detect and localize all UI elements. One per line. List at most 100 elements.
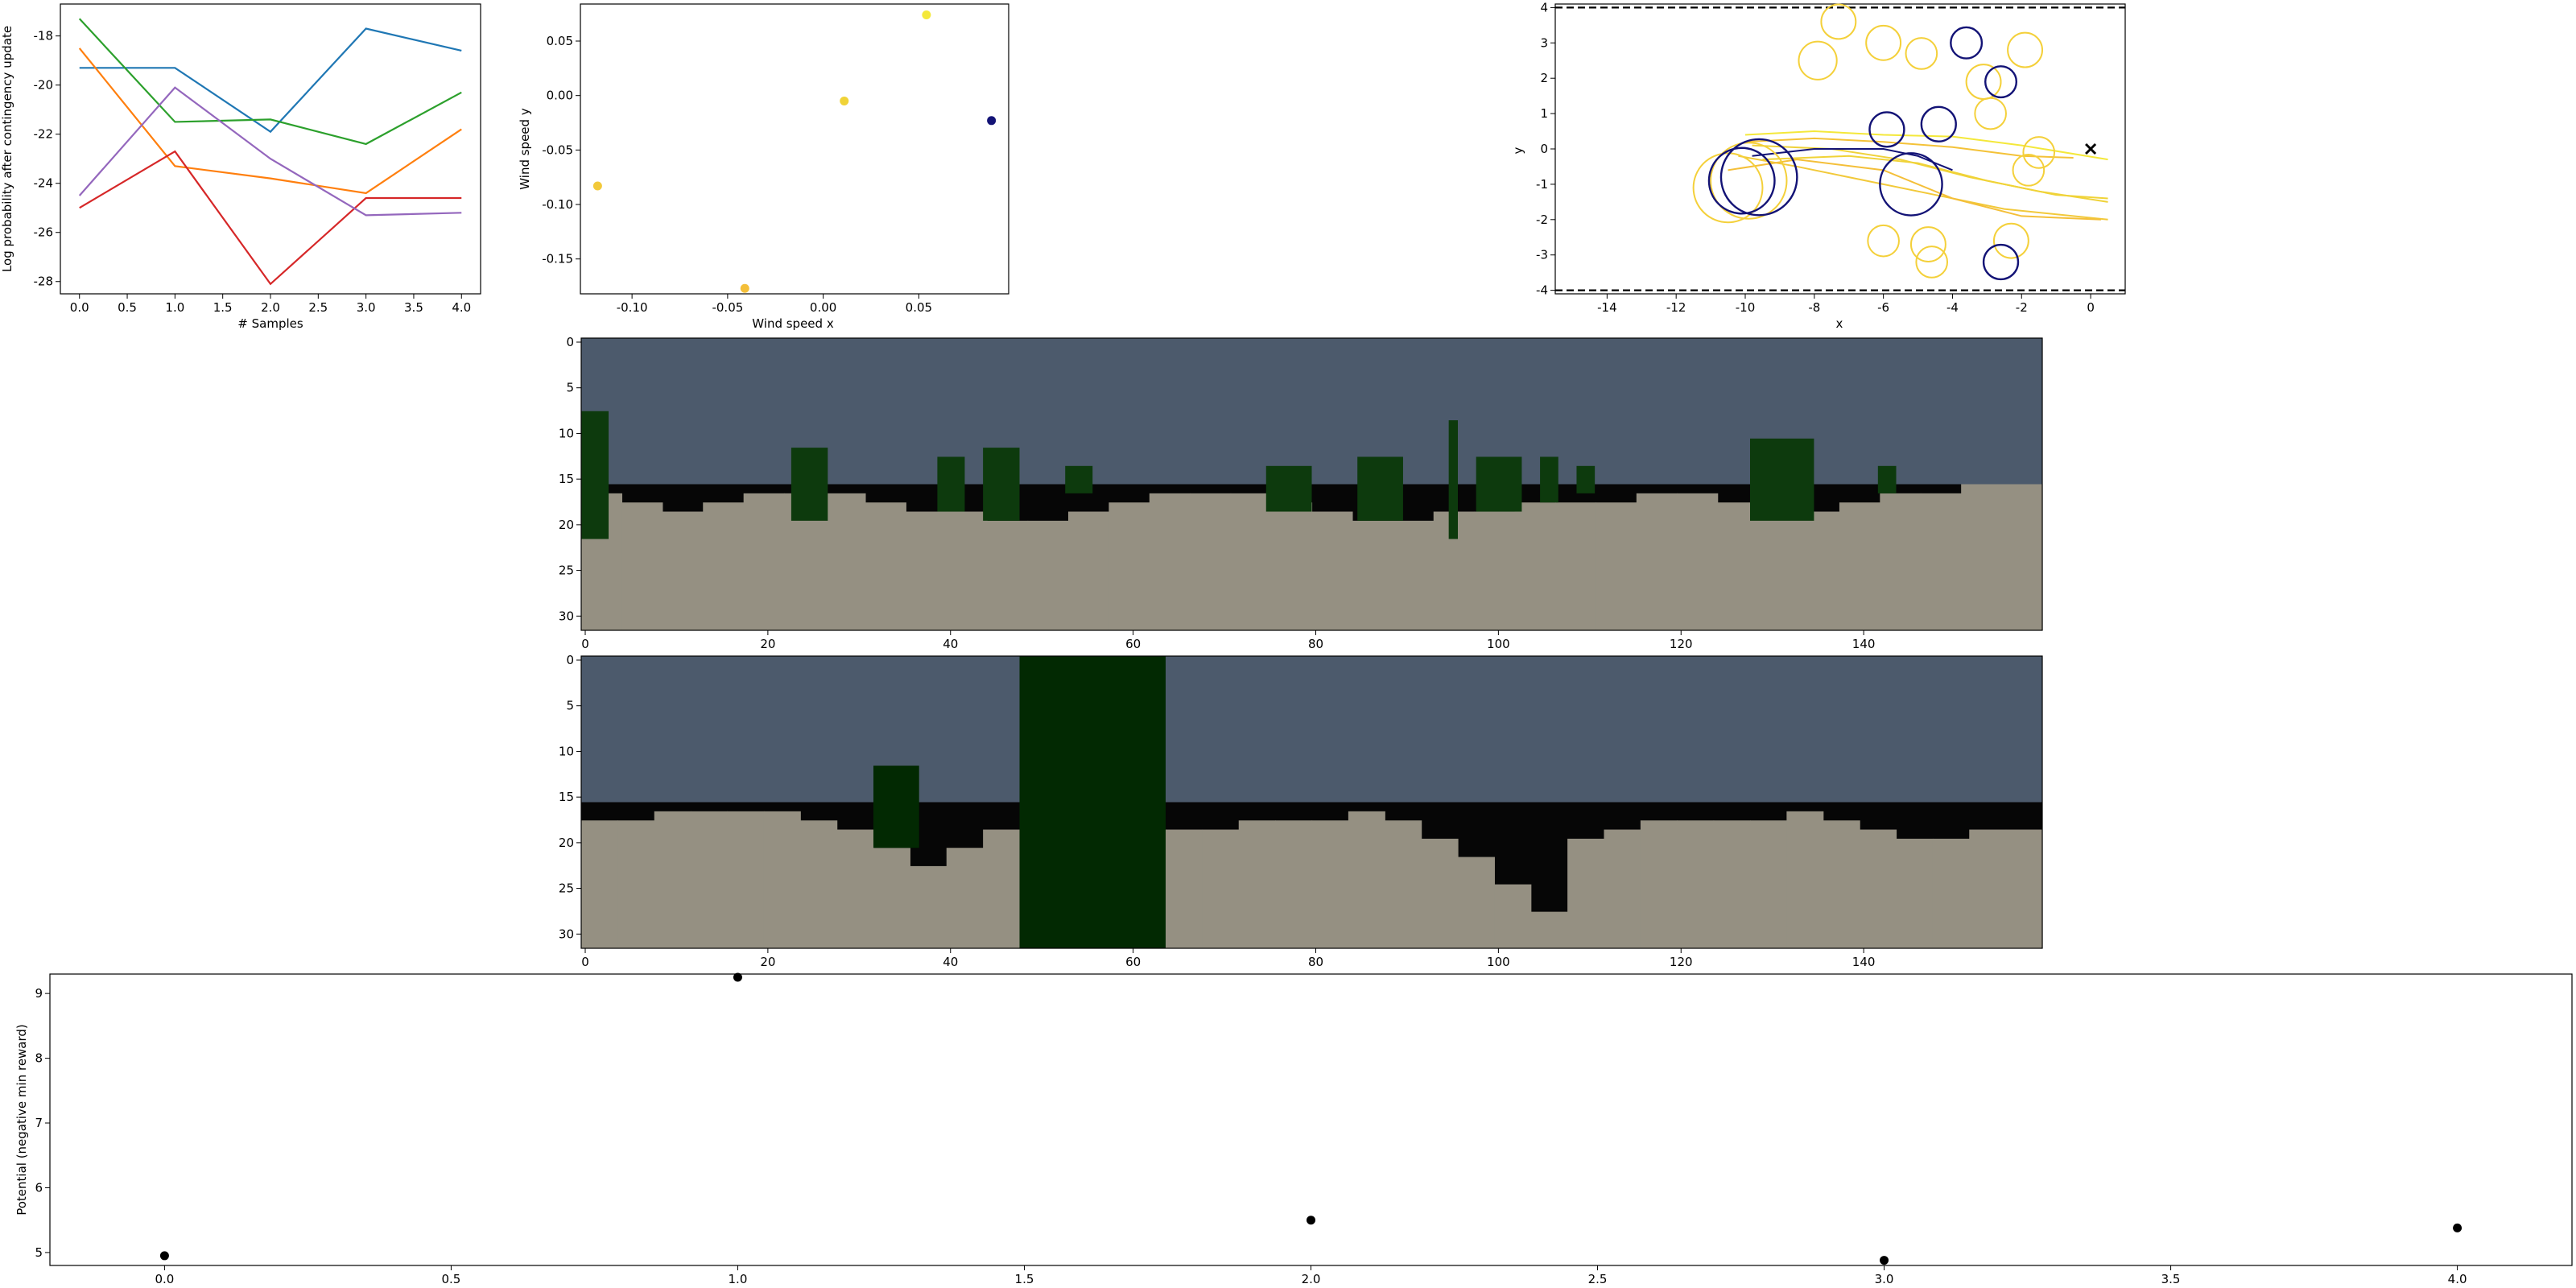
ground-column bbox=[1514, 502, 1556, 630]
potential-point bbox=[1880, 1256, 1889, 1265]
y-tick-label: 15 bbox=[559, 472, 574, 486]
plant-block bbox=[791, 448, 828, 521]
y-axis-label: Wind speed y bbox=[518, 108, 532, 190]
plant-block bbox=[1019, 656, 1166, 948]
ground-column bbox=[1758, 511, 1800, 630]
plant-block bbox=[1065, 465, 1093, 493]
x-tick-label: 1.5 bbox=[213, 300, 233, 315]
y-tick-label: -26 bbox=[34, 225, 54, 240]
wind-point bbox=[840, 96, 849, 105]
x-tick-label: 100 bbox=[1487, 637, 1510, 651]
y-tick-label: 0.05 bbox=[547, 34, 573, 48]
y-tick-label: 5 bbox=[566, 699, 574, 713]
x-tick-label: -14 bbox=[1597, 300, 1617, 315]
x-tick-label: 0.5 bbox=[118, 300, 137, 315]
ground-column bbox=[1750, 820, 1787, 948]
x-tick-label: 0.5 bbox=[442, 1272, 461, 1286]
y-tick-label: 4 bbox=[1540, 0, 1548, 14]
ground-column bbox=[1275, 820, 1313, 948]
ground-column bbox=[1640, 820, 1678, 948]
x-tick-label: -4 bbox=[1946, 300, 1959, 315]
y-tick-label: -24 bbox=[34, 176, 54, 191]
wind-point bbox=[740, 283, 749, 293]
x-axis-label: # Samples bbox=[237, 316, 303, 331]
terrain-cells bbox=[581, 338, 2043, 630]
x-tick-label: 0.0 bbox=[155, 1272, 174, 1286]
ground-column bbox=[617, 820, 655, 948]
wind-point bbox=[592, 181, 602, 191]
plant-block bbox=[1476, 456, 1522, 512]
y-tick-label: 25 bbox=[559, 881, 574, 896]
y-axis-label: y bbox=[1511, 147, 1525, 154]
y-tick-label: 3 bbox=[1540, 35, 1548, 50]
y-tick-label: -1 bbox=[1536, 177, 1548, 192]
y-tick-label: -4 bbox=[1536, 283, 1548, 298]
ground-column bbox=[743, 493, 785, 630]
ground-column bbox=[581, 820, 618, 948]
ground-column bbox=[1677, 820, 1715, 948]
ground-column bbox=[2005, 829, 2043, 948]
y-tick-label: 1 bbox=[1540, 106, 1548, 121]
ground-column bbox=[1567, 838, 1605, 948]
ground-column bbox=[987, 520, 1029, 630]
ground-column bbox=[662, 511, 704, 630]
x-tick-label: -8 bbox=[1808, 300, 1820, 315]
ground-column bbox=[1348, 811, 1385, 948]
terrain-cells bbox=[581, 656, 2043, 948]
ground-column bbox=[1166, 829, 1203, 948]
ground-column bbox=[1068, 511, 1110, 630]
potential-point bbox=[159, 1251, 169, 1261]
x-tick-label: 3.5 bbox=[2161, 1272, 2181, 1286]
x-tick-label: 2.5 bbox=[308, 300, 328, 315]
x-axis-label: x bbox=[1836, 316, 1843, 331]
ground-column bbox=[1555, 502, 1597, 630]
ground-column bbox=[836, 829, 874, 948]
y-tick-label: 2 bbox=[1540, 71, 1548, 85]
ground-column bbox=[906, 511, 947, 630]
y-tick-label: 10 bbox=[559, 744, 574, 758]
x-tick-label: 3.5 bbox=[404, 300, 423, 315]
ground-column bbox=[1530, 911, 1568, 948]
y-tick-label: 0 bbox=[1540, 142, 1548, 156]
ground-column bbox=[865, 502, 906, 630]
ground-column bbox=[1677, 493, 1719, 630]
ground-column bbox=[1786, 811, 1824, 948]
ground-column bbox=[1604, 829, 1641, 948]
ground-column bbox=[1238, 820, 1276, 948]
plant-block bbox=[983, 448, 1020, 521]
plant-block bbox=[873, 766, 919, 848]
ground-column bbox=[1932, 838, 1970, 948]
y-tick-label: 15 bbox=[559, 790, 574, 804]
x-tick-label: 2.0 bbox=[1302, 1272, 1321, 1286]
ground-column bbox=[1149, 493, 1191, 630]
plant-block bbox=[1877, 465, 1897, 493]
x-tick-label: -6 bbox=[1877, 300, 1889, 315]
terrain-image-1: 0 20 40 60 80 100 120 140 0 5 10 15 20 25 30 bbox=[559, 335, 2043, 651]
x-tick-label: 0 bbox=[2087, 300, 2095, 315]
x-tick-label: -2 bbox=[2016, 300, 2028, 315]
ground-column bbox=[2001, 484, 2043, 630]
x-tick-label: 40 bbox=[943, 637, 958, 651]
ground-column bbox=[1393, 520, 1435, 630]
ground-column bbox=[654, 811, 691, 948]
y-tick-label: 5 bbox=[35, 1245, 43, 1260]
ground-column bbox=[727, 811, 765, 948]
x-tick-label: 0 bbox=[581, 637, 589, 651]
ground-column bbox=[1421, 838, 1459, 948]
x-tick-label: 1.0 bbox=[729, 1272, 748, 1286]
ground-column bbox=[1385, 820, 1422, 948]
y-tick-label: 20 bbox=[559, 518, 574, 532]
x-tick-label: 4.0 bbox=[2448, 1272, 2467, 1286]
y-tick-label: -0.10 bbox=[542, 197, 573, 212]
ground-column bbox=[1636, 493, 1678, 630]
plant-block bbox=[1540, 456, 1558, 503]
ground-column bbox=[691, 811, 729, 948]
x-tick-label: 60 bbox=[1125, 637, 1141, 651]
ground-column bbox=[983, 829, 1021, 948]
x-tick-label: 4.0 bbox=[452, 300, 471, 315]
x-tick-label: 20 bbox=[760, 637, 775, 651]
x-tick-label: 0 bbox=[581, 955, 589, 969]
y-tick-label: -0.15 bbox=[542, 252, 573, 266]
plant-block bbox=[1750, 438, 1814, 521]
ground-column bbox=[1713, 820, 1751, 948]
